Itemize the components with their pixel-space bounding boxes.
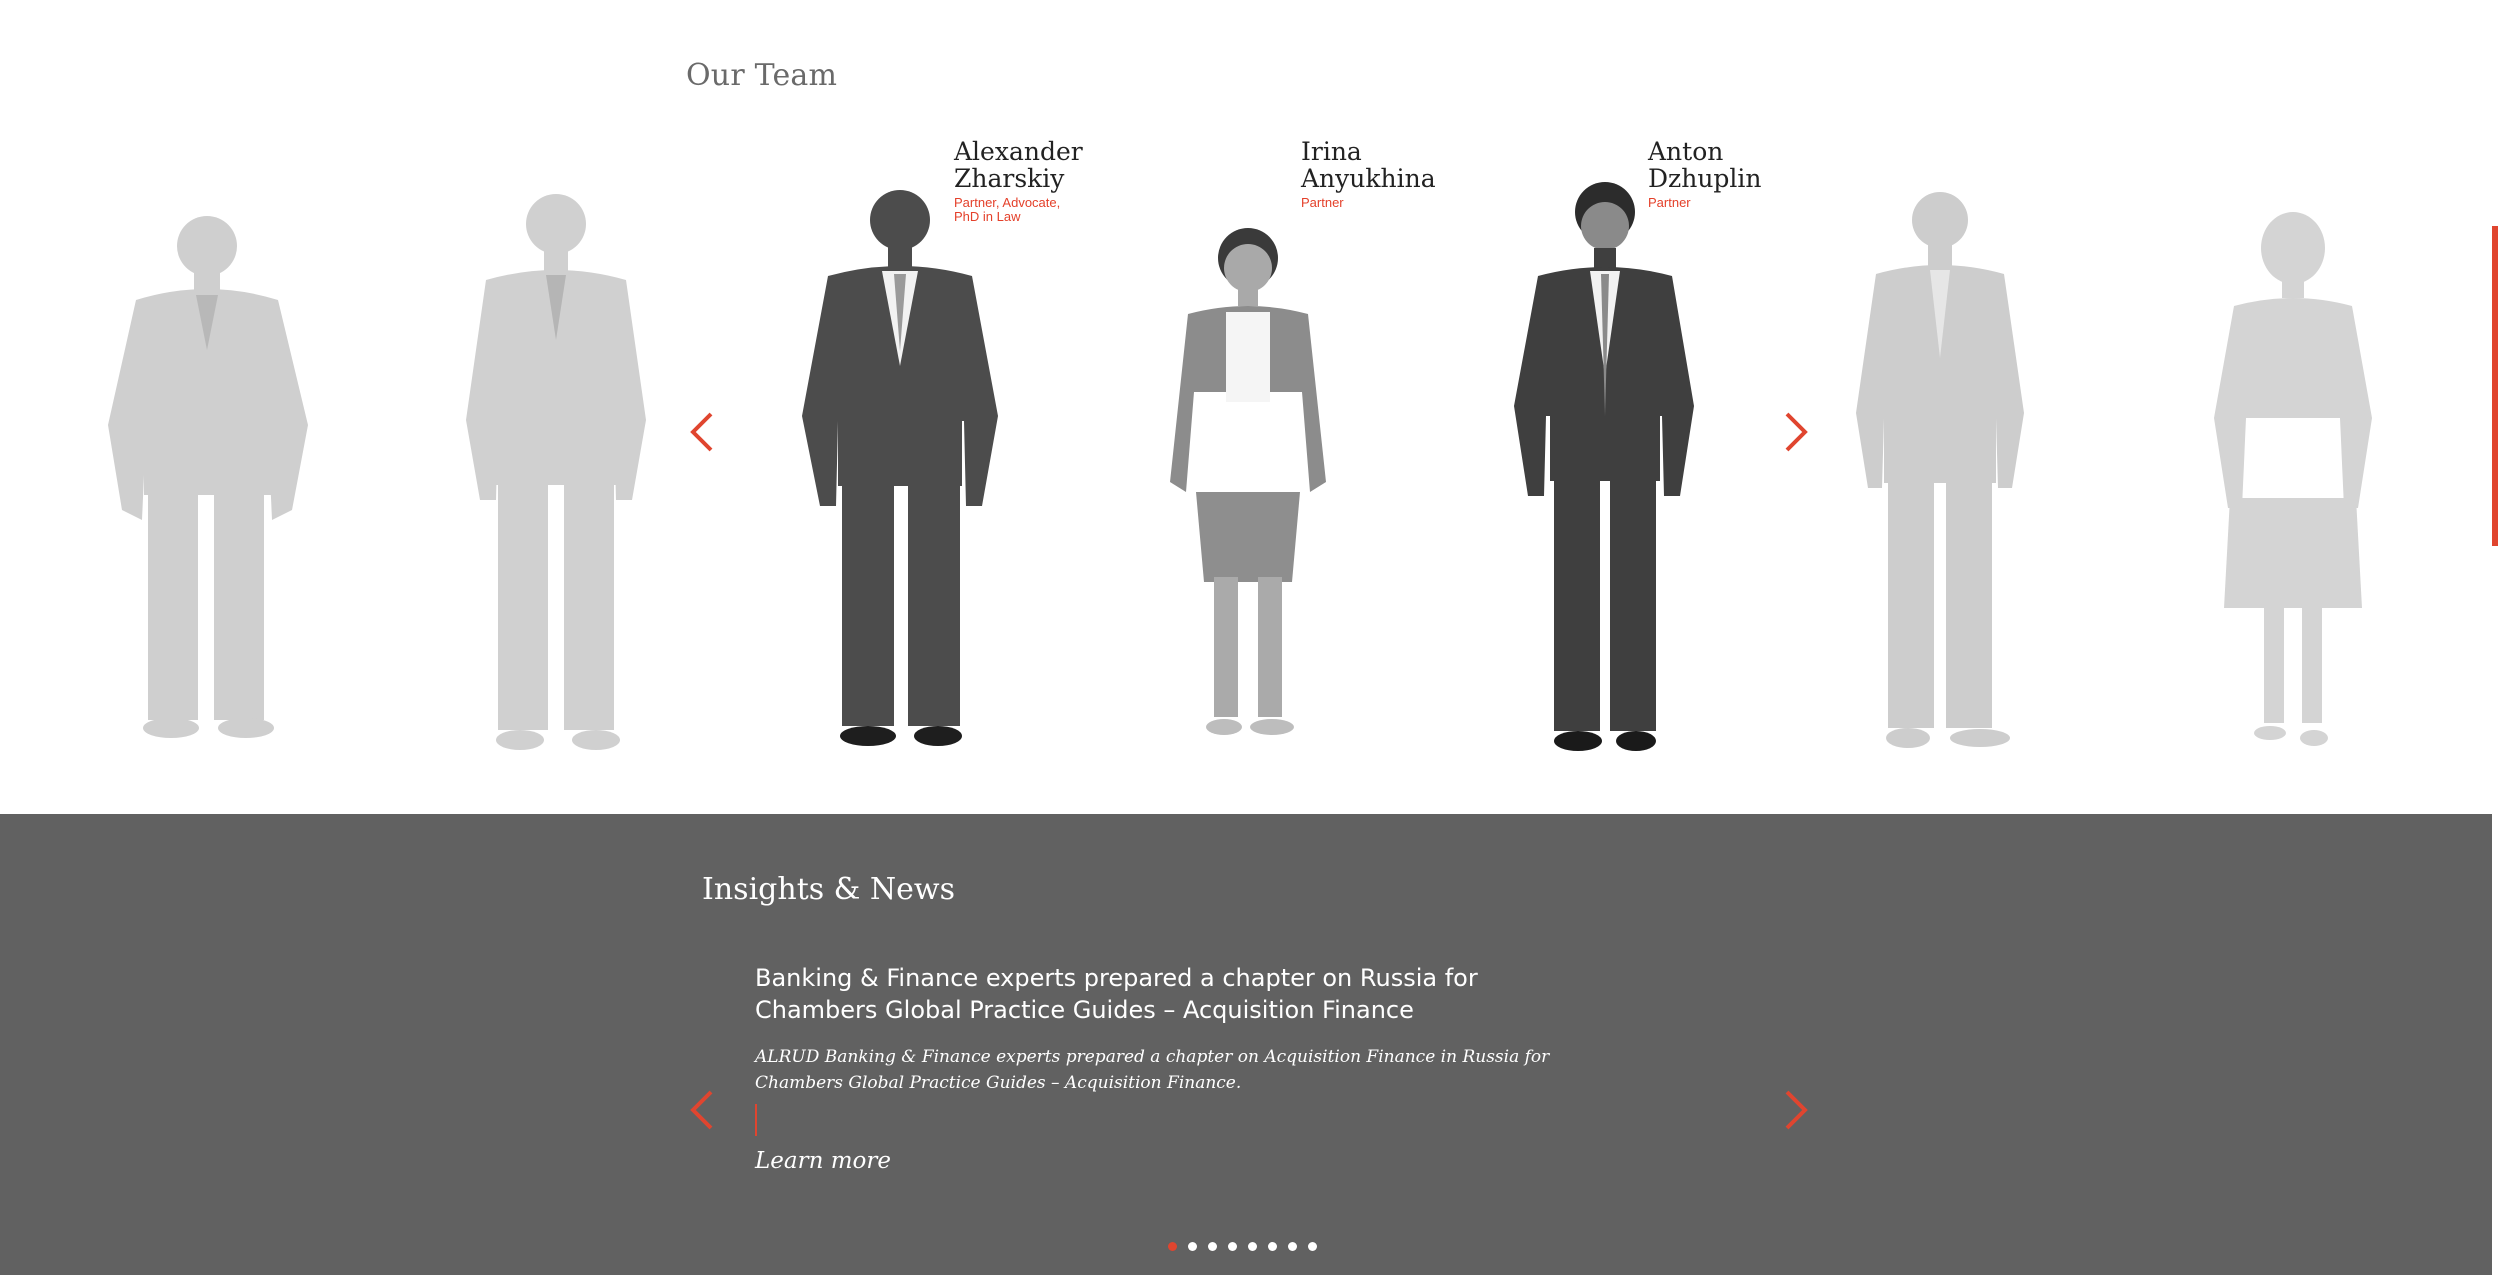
pagination-dot[interactable] (1208, 1242, 1217, 1251)
chevron-right-icon (1785, 1090, 1808, 1130)
person-photo (1514, 182, 1694, 751)
chevron-right-icon (1785, 412, 1808, 452)
person-photo (1170, 228, 1326, 735)
news-prev-button[interactable] (682, 1080, 722, 1140)
person-photo (108, 216, 308, 738)
pagination-dot[interactable] (1288, 1242, 1297, 1251)
team-member-faded-1[interactable] (96, 200, 318, 745)
member-role: Partner, Advocate, PhD in Law (954, 195, 1061, 224)
learn-more-link[interactable]: Learn more (755, 1148, 891, 1174)
person-photo (802, 190, 998, 746)
news-next-button[interactable] (1776, 1080, 1816, 1140)
pagination-dot[interactable] (1308, 1242, 1317, 1251)
news-section: Insights & News Banking & Finance expert… (0, 814, 2492, 1275)
pagination-dot[interactable] (1268, 1242, 1277, 1251)
team-title: Our Team (686, 58, 838, 93)
pagination-dot[interactable] (1188, 1242, 1197, 1251)
team-member-alexander-zharskiy[interactable] (798, 176, 1002, 751)
team-member-faded-2[interactable] (456, 180, 656, 755)
team-member-irina-anyukhina[interactable] (1168, 222, 1328, 742)
person-photo (466, 194, 646, 750)
chevron-left-icon (690, 412, 713, 452)
person-photo (2214, 212, 2372, 746)
team-section: Our Team Alexander Zharskiy Partner, Adv… (0, 0, 2498, 814)
member-name[interactable]: Anton Dzhuplin (1648, 138, 1762, 192)
chevron-left-icon (690, 1090, 713, 1130)
person-photo (1856, 192, 2024, 748)
pagination-dot[interactable] (1248, 1242, 1257, 1251)
pagination-dot[interactable] (1168, 1242, 1177, 1251)
team-next-button[interactable] (1776, 402, 1816, 462)
pagination-dot[interactable] (1228, 1242, 1237, 1251)
member-role: Partner (1301, 195, 1344, 210)
accent-divider (755, 1104, 757, 1136)
scroll-indicator[interactable] (2492, 226, 2498, 546)
team-member-faded-6[interactable] (1852, 178, 2028, 756)
team-prev-button[interactable] (682, 402, 722, 462)
news-pagination (1168, 1242, 1317, 1251)
news-title: Insights & News (702, 872, 955, 907)
team-member-faded-7[interactable] (2212, 208, 2374, 756)
member-name[interactable]: Irina Anyukhina (1301, 138, 1436, 192)
news-summary: ALRUD Banking & Finance experts prepared… (755, 1047, 1550, 1093)
member-role: Partner (1648, 195, 1691, 210)
member-name[interactable]: Alexander Zharskiy (954, 138, 1083, 192)
team-member-anton-dzhuplin[interactable] (1512, 176, 1698, 756)
news-headline[interactable]: Banking & Finance experts prepared a cha… (755, 962, 1515, 1026)
